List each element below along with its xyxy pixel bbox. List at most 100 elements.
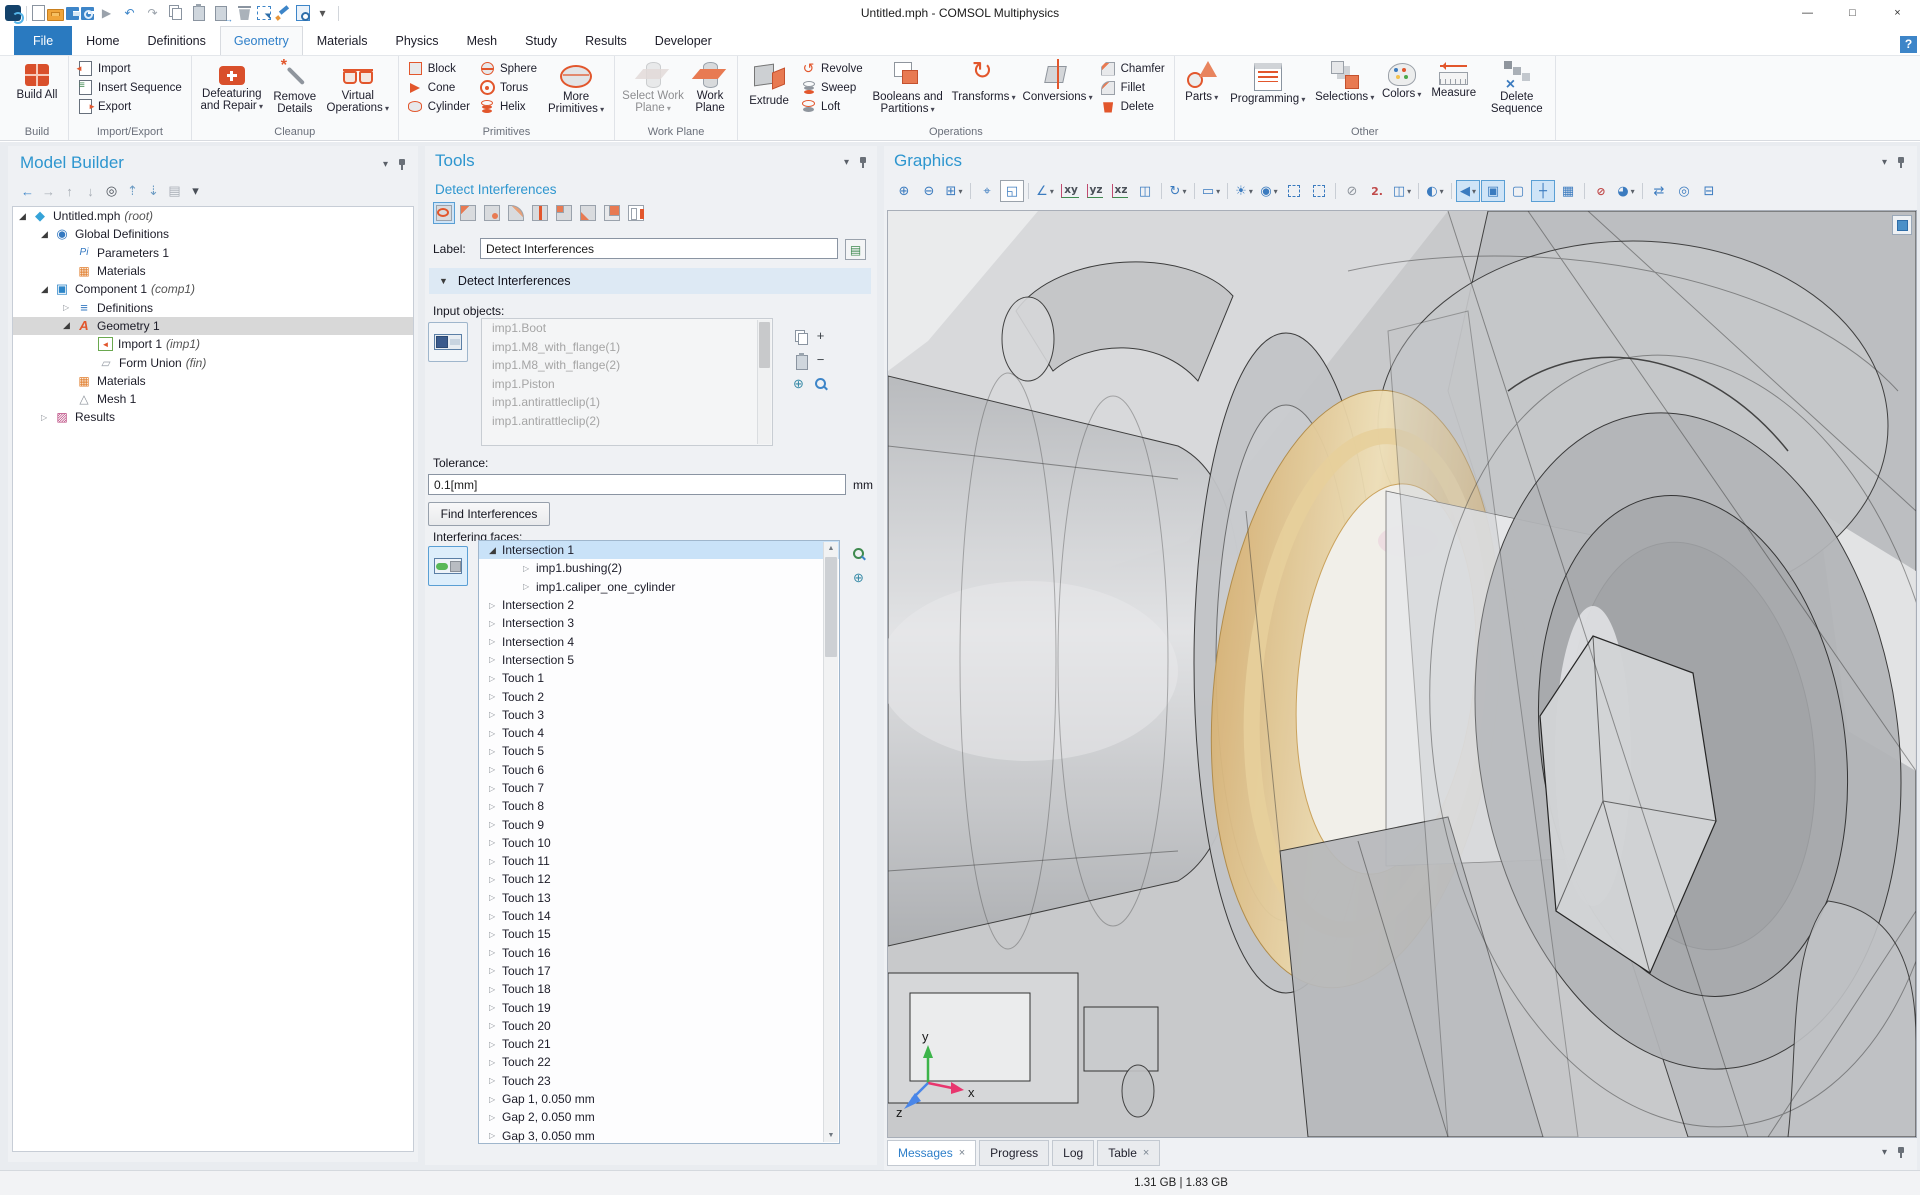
face-list-item[interactable]: Touch 15 <box>479 925 839 943</box>
input-object-item[interactable]: imp1.M8_with_flange(2) <box>482 356 772 375</box>
face-list-item[interactable]: Touch 14 <box>479 907 839 925</box>
open-file-icon[interactable] <box>47 9 64 21</box>
tree-item[interactable]: Mesh 1 <box>13 390 413 408</box>
select-icon[interactable] <box>257 6 271 20</box>
list-expand-icon[interactable] <box>489 619 502 628</box>
paste-icon[interactable] <box>188 3 209 23</box>
input-object-item[interactable]: imp1.Piston <box>482 375 772 394</box>
center-view-icon[interactable]: ⌖ <box>975 180 999 202</box>
wireframe-icon[interactable]: ▢ <box>1506 180 1530 202</box>
toolbar-caret-icon[interactable]: ▾ <box>186 182 205 200</box>
pin-icon[interactable] <box>857 156 869 169</box>
hide-labels-icon[interactable]: ⊘ <box>1589 180 1613 202</box>
list-expand-icon[interactable] <box>489 912 502 921</box>
build-all-button[interactable]: Build All <box>11 57 63 101</box>
face-list-item[interactable]: Gap 1, 0.050 mm <box>479 1090 839 1108</box>
tab-progress[interactable]: Progress <box>979 1140 1049 1166</box>
tab-developer[interactable]: Developer <box>641 26 726 55</box>
canvas-context-icon[interactable] <box>1892 215 1912 235</box>
default-3d-view-icon[interactable]: ∠ <box>1033 180 1057 202</box>
pin-icon[interactable] <box>396 158 408 171</box>
list-expand-icon[interactable] <box>489 674 502 683</box>
zoom-out-icon[interactable]: ⊖ <box>917 180 941 202</box>
search-caret-icon[interactable]: ▾ <box>312 3 333 23</box>
list-expand-icon[interactable] <box>489 784 502 793</box>
rename-icon[interactable]: ▤ <box>845 239 866 260</box>
show-axis-icon[interactable]: ┼ <box>1531 180 1555 202</box>
scroll-down-icon[interactable]: ▼ <box>824 1129 838 1142</box>
delete-fillets-icon[interactable] <box>457 202 479 224</box>
face-list-item[interactable]: Touch 8 <box>479 797 839 815</box>
scene-light-icon[interactable]: ◀ <box>1456 180 1480 202</box>
face-list-item[interactable]: Touch 1 <box>479 669 839 687</box>
clear-selection-icon[interactable] <box>273 3 294 23</box>
input-object-item[interactable]: imp1.M8_with_flange(1) <box>482 338 772 357</box>
list-expand-icon[interactable] <box>489 710 502 719</box>
tree-expand-icon[interactable] <box>41 284 54 295</box>
tree-item[interactable]: Parameters 1 <box>13 244 413 262</box>
tree-item[interactable]: Untitled.mph (root) <box>13 207 413 225</box>
work-plane-button[interactable]: Work Plane <box>688 57 732 114</box>
export-button[interactable]: Export <box>74 97 186 116</box>
face-list-item[interactable]: Touch 23 <box>479 1072 839 1090</box>
face-list-item[interactable]: Intersection 3 <box>479 614 839 632</box>
input-active-toggle[interactable] <box>428 322 468 362</box>
list-expand-icon[interactable] <box>489 692 502 701</box>
redo-icon[interactable]: ↷ <box>142 3 163 23</box>
list-expand-icon[interactable] <box>489 1113 502 1122</box>
label-input[interactable] <box>480 238 838 259</box>
panel-menu-caret-icon[interactable]: ▾ <box>1882 157 1887 168</box>
transforms-button[interactable]: Transforms <box>949 57 1019 104</box>
collapse-all-icon[interactable]: ⇣ <box>144 182 163 200</box>
face-list-item[interactable]: Touch 22 <box>479 1053 839 1071</box>
parts-button[interactable]: Parts <box>1180 57 1224 104</box>
face-list-item[interactable]: Touch 20 <box>479 1017 839 1035</box>
tree-item[interactable]: Definitions <box>13 298 413 316</box>
face-list-item[interactable]: Intersection 1 <box>479 541 839 559</box>
list-expand-icon[interactable] <box>489 1131 502 1140</box>
defeaturing-icon[interactable] <box>481 202 503 224</box>
fillet-button[interactable]: Fillet <box>1097 78 1169 97</box>
zoom-in-icon[interactable]: ⊕ <box>892 180 916 202</box>
list-expand-icon[interactable] <box>489 747 502 756</box>
input-object-item[interactable]: imp1.Boot <box>482 319 772 338</box>
tree-expand-icon[interactable] <box>41 413 54 422</box>
show-options-icon[interactable]: ◎ <box>102 182 121 200</box>
chamfer-button[interactable]: Chamfer <box>1097 59 1169 78</box>
app-logo-icon[interactable] <box>5 5 21 21</box>
scene-camera-icon[interactable]: ◫ <box>1133 180 1157 202</box>
list-expand-icon[interactable] <box>489 1021 502 1030</box>
programming-button[interactable]: Programming <box>1226 57 1310 106</box>
faces-active-toggle[interactable] <box>428 546 468 586</box>
clipping-icon[interactable]: ◐ <box>1423 180 1447 202</box>
tab-messages[interactable]: Messages × <box>887 1140 976 1166</box>
face-list-item[interactable]: Intersection 5 <box>479 651 839 669</box>
delete-sequence-button[interactable]: Delete Sequence <box>1484 57 1550 115</box>
maximize-button[interactable]: □ <box>1830 0 1875 26</box>
tree-item[interactable]: Import 1 (imp1) <box>13 335 413 353</box>
face-list-item[interactable]: Intersection 2 <box>479 596 839 614</box>
tab-close-icon[interactable]: × <box>1143 1147 1149 1159</box>
back-icon[interactable]: ← <box>18 182 37 200</box>
colors-button[interactable]: Colors <box>1380 57 1424 101</box>
face-list-item[interactable]: Touch 21 <box>479 1035 839 1053</box>
corner-repair-icon[interactable] <box>577 202 599 224</box>
panel-menu-caret-icon[interactable]: ▾ <box>844 157 849 168</box>
loft-button[interactable]: Loft <box>797 97 867 116</box>
duplicate-icon[interactable] <box>211 3 232 23</box>
undo-icon[interactable]: ↶ <box>119 3 140 23</box>
pin-icon[interactable] <box>1895 156 1907 169</box>
tab-geometry[interactable]: Geometry <box>220 26 303 55</box>
zoom-selected-icon[interactable] <box>811 374 830 393</box>
insert-sequence-button[interactable]: Insert Sequence <box>74 78 186 97</box>
list-expand-icon[interactable] <box>489 1076 502 1085</box>
search-icon[interactable] <box>296 5 310 21</box>
tab-results[interactable]: Results <box>571 26 641 55</box>
tab-strip-caret-icon[interactable]: ▾ <box>1882 1147 1887 1158</box>
tree-expand-icon[interactable] <box>63 303 76 312</box>
list-expand-icon[interactable] <box>489 765 502 774</box>
measure-button[interactable]: Measure <box>1426 57 1482 99</box>
view-xy-icon[interactable]: xy <box>1058 180 1082 202</box>
transparency-icon[interactable]: ▣ <box>1481 180 1505 202</box>
sweep-button[interactable]: Sweep <box>797 78 867 97</box>
